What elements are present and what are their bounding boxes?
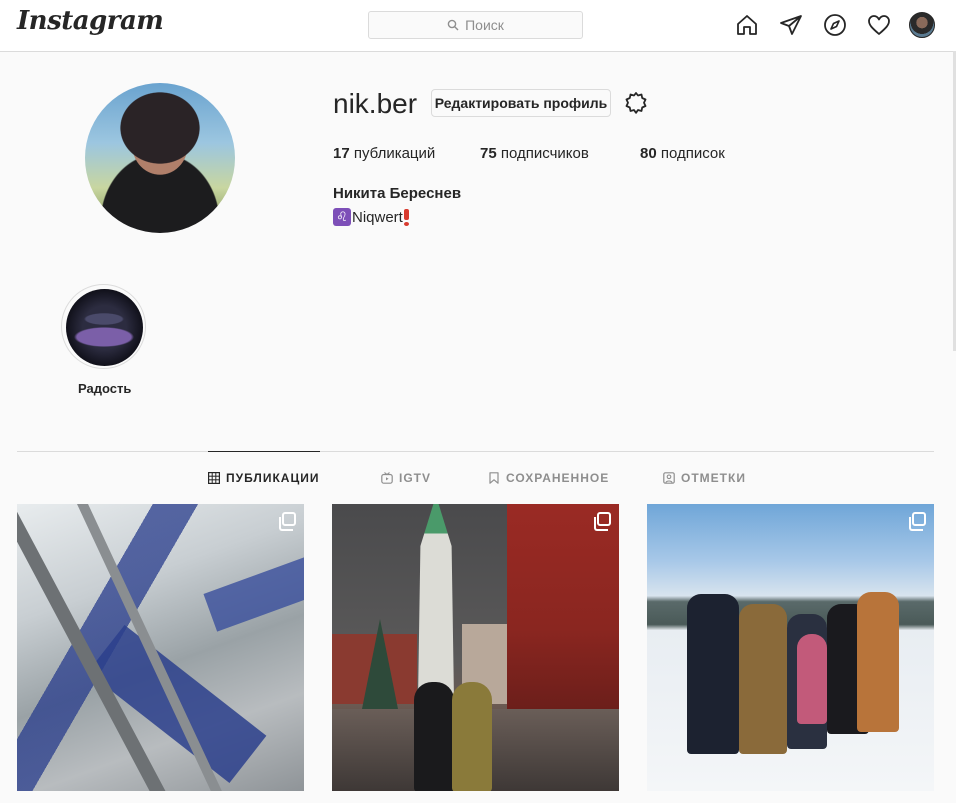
profile-avatar[interactable] (85, 83, 235, 233)
grid-icon (208, 472, 220, 484)
tab-igtv[interactable]: IGTV (381, 471, 431, 485)
post-thumbnail-kremlin[interactable] (332, 504, 619, 791)
photo-detail (452, 682, 492, 791)
leo-emoji: ♌ (333, 208, 351, 226)
posts-count: 17 публикаций (333, 145, 436, 162)
search-icon (447, 19, 459, 31)
search-input[interactable]: Поиск (368, 11, 583, 39)
carousel-icon (909, 512, 926, 531)
tab-tagged[interactable]: ОТМЕТКИ (663, 471, 746, 485)
profile-username: nik.ber (333, 88, 418, 119)
photo-detail (739, 604, 787, 754)
carousel-icon (594, 512, 611, 531)
followers-link[interactable]: 75 подписчиков (480, 145, 589, 162)
photo-detail (414, 682, 454, 791)
tagged-icon (663, 472, 675, 484)
post-thumbnail-metro[interactable] (17, 504, 304, 791)
active-tab-indicator (208, 451, 320, 452)
home-icon[interactable] (735, 13, 759, 37)
exclamation-emoji (403, 208, 409, 226)
highlight-label: Радость (78, 381, 132, 396)
carousel-icon (279, 512, 296, 531)
profile-avatar-nav[interactable] (909, 12, 935, 38)
tab-publications[interactable]: ПУБЛИКАЦИИ (208, 471, 319, 485)
photo-detail (203, 556, 304, 632)
following-link[interactable]: 80 подписок (640, 145, 725, 162)
bookmark-icon (489, 472, 499, 484)
tabs-divider (17, 451, 934, 452)
profile-bio: ♌ Niqwert (333, 208, 409, 226)
edit-profile-button[interactable]: Редактировать профиль (431, 89, 611, 117)
direct-icon[interactable] (779, 13, 803, 37)
bio-text: Niqwert (352, 208, 403, 226)
photo-detail (857, 592, 899, 732)
highlight-cover[interactable] (66, 289, 143, 366)
photo-detail (687, 594, 739, 754)
igtv-icon (381, 472, 393, 484)
photo-detail (507, 504, 619, 714)
post-thumbnail-winter-family[interactable] (647, 504, 934, 791)
top-nav: Instagram Поиск (0, 0, 956, 52)
explore-icon[interactable] (823, 13, 847, 37)
settings-gear-icon[interactable] (624, 91, 648, 115)
profile-full-name: Никита Береснев (333, 185, 462, 202)
search-placeholder: Поиск (465, 17, 504, 33)
instagram-logo[interactable]: Instagram (17, 6, 164, 36)
photo-detail (797, 634, 827, 724)
activity-heart-icon[interactable] (867, 13, 891, 37)
tab-saved[interactable]: СОХРАНЕННОЕ (488, 471, 609, 485)
